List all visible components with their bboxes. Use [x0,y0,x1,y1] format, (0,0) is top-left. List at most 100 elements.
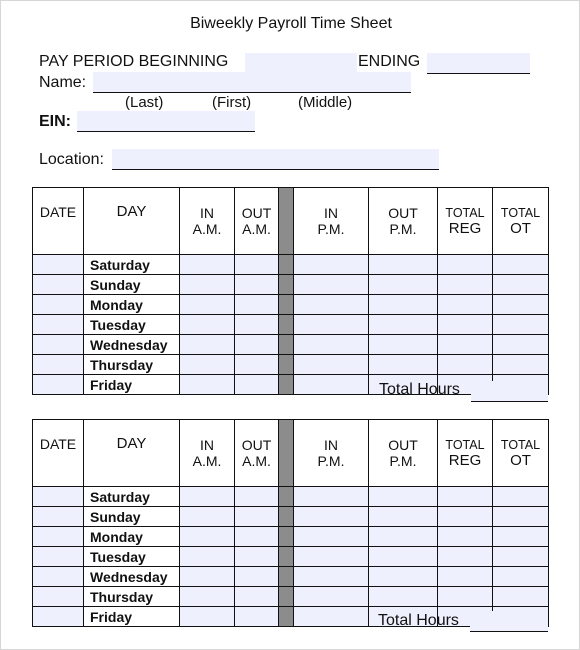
total-reg-cell[interactable] [437,506,493,527]
in-am-cell[interactable] [179,526,235,547]
in-pm-cell[interactable] [293,334,369,355]
location-field[interactable] [112,149,439,170]
total-reg-cell[interactable] [437,546,493,567]
out-am-cell[interactable] [234,314,279,335]
ein-input[interactable] [77,111,255,131]
name-input[interactable] [93,72,411,92]
total-ot-cell[interactable] [492,254,549,275]
total-reg-cell[interactable] [437,586,493,607]
in-am-cell[interactable] [179,374,235,395]
total-reg-cell[interactable] [437,254,493,275]
out-pm-cell[interactable] [368,354,438,375]
date-cell[interactable] [32,606,84,627]
in-pm-cell[interactable] [293,294,369,315]
out-pm-cell[interactable] [368,586,438,607]
total-ot-cell[interactable] [492,546,549,567]
date-cell[interactable] [32,374,84,395]
total-ot-cell[interactable] [492,334,549,355]
out-am-cell[interactable] [234,334,279,355]
in-am-cell[interactable] [179,486,235,507]
out-pm-cell[interactable] [368,334,438,355]
out-am-cell[interactable] [234,274,279,295]
date-cell[interactable] [32,486,84,507]
date-cell[interactable] [32,546,84,567]
in-am-cell[interactable] [179,314,235,335]
out-am-cell[interactable] [234,506,279,527]
out-am-cell[interactable] [234,546,279,567]
week-2-total-hours-input[interactable] [470,611,548,631]
total-ot-cell[interactable] [492,314,549,335]
total-ot-cell[interactable] [492,586,549,607]
ein-field[interactable] [77,111,255,132]
total-ot-cell[interactable] [492,566,549,587]
date-cell[interactable] [32,566,84,587]
ending-field[interactable] [427,53,530,74]
date-cell[interactable] [32,274,84,295]
total-reg-cell[interactable] [437,566,493,587]
in-am-cell[interactable] [179,586,235,607]
total-ot-cell[interactable] [492,506,549,527]
date-cell[interactable] [32,294,84,315]
out-pm-cell[interactable] [368,274,438,295]
out-pm-cell[interactable] [368,506,438,527]
out-am-cell[interactable] [234,486,279,507]
week-2-total-hours-field[interactable] [470,611,548,632]
in-am-cell[interactable] [179,546,235,567]
date-cell[interactable] [32,254,84,275]
in-am-cell[interactable] [179,274,235,295]
total-ot-cell[interactable] [492,354,549,375]
total-reg-cell[interactable] [437,294,493,315]
pay-period-begin-input[interactable] [245,53,357,73]
in-pm-cell[interactable] [293,526,369,547]
in-am-cell[interactable] [179,354,235,375]
in-pm-cell[interactable] [293,546,369,567]
out-pm-cell[interactable] [368,566,438,587]
in-am-cell[interactable] [179,506,235,527]
total-reg-cell[interactable] [437,526,493,547]
in-am-cell[interactable] [179,334,235,355]
in-pm-cell[interactable] [293,274,369,295]
out-pm-cell[interactable] [368,526,438,547]
out-am-cell[interactable] [234,254,279,275]
total-ot-cell[interactable] [492,486,549,507]
out-am-cell[interactable] [234,586,279,607]
in-am-cell[interactable] [179,294,235,315]
out-am-cell[interactable] [234,526,279,547]
out-pm-cell[interactable] [368,546,438,567]
out-pm-cell[interactable] [368,486,438,507]
date-cell[interactable] [32,334,84,355]
in-am-cell[interactable] [179,254,235,275]
date-cell[interactable] [32,526,84,547]
date-cell[interactable] [32,314,84,335]
date-cell[interactable] [32,506,84,527]
in-pm-cell[interactable] [293,586,369,607]
in-pm-cell[interactable] [293,506,369,527]
week-1-total-hours-input[interactable] [471,381,548,401]
total-ot-cell[interactable] [492,274,549,295]
total-reg-cell[interactable] [437,334,493,355]
out-am-cell[interactable] [234,374,279,395]
total-reg-cell[interactable] [437,274,493,295]
total-ot-cell[interactable] [492,294,549,315]
in-pm-cell[interactable] [293,606,369,627]
location-input[interactable] [112,149,439,169]
in-pm-cell[interactable] [293,486,369,507]
ending-input[interactable] [427,53,530,73]
week-1-total-hours-field[interactable] [471,381,548,402]
total-reg-cell[interactable] [437,486,493,507]
out-am-cell[interactable] [234,294,279,315]
out-pm-cell[interactable] [368,314,438,335]
in-pm-cell[interactable] [293,566,369,587]
in-pm-cell[interactable] [293,374,369,395]
out-pm-cell[interactable] [368,254,438,275]
date-cell[interactable] [32,354,84,375]
out-am-cell[interactable] [234,606,279,627]
date-cell[interactable] [32,586,84,607]
in-am-cell[interactable] [179,606,235,627]
total-reg-cell[interactable] [437,354,493,375]
out-am-cell[interactable] [234,354,279,375]
out-am-cell[interactable] [234,566,279,587]
total-reg-cell[interactable] [437,314,493,335]
out-pm-cell[interactable] [368,294,438,315]
name-field[interactable] [93,72,411,93]
